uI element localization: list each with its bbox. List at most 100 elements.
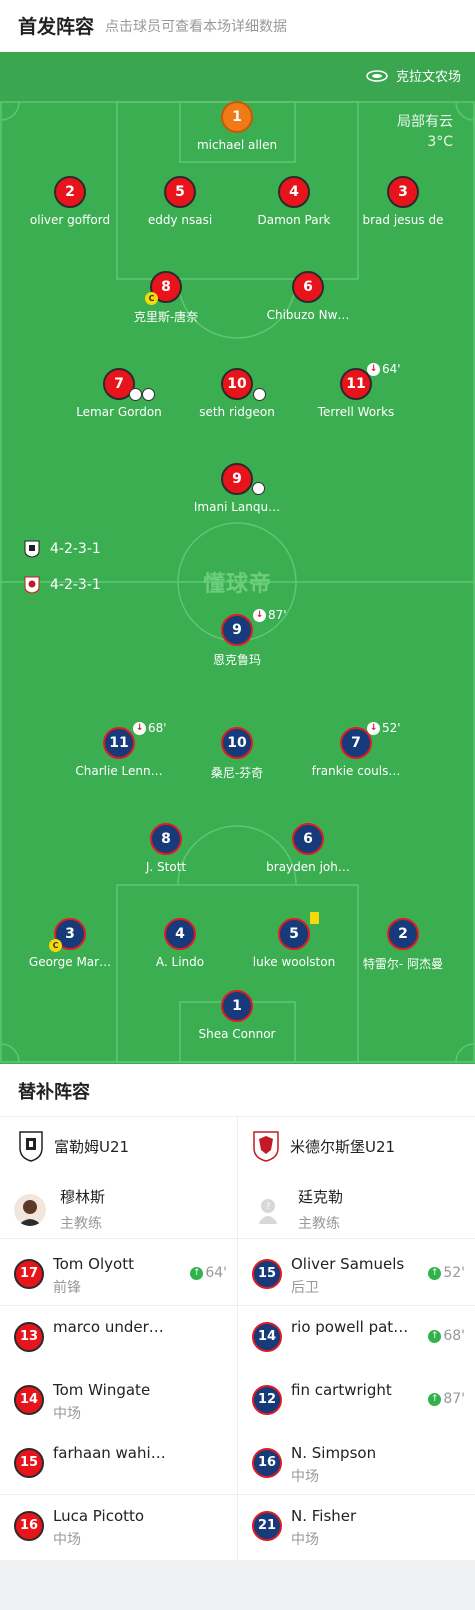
- fulham-crest-icon: [19, 1131, 43, 1162]
- player-name: brayden joh…: [266, 860, 350, 874]
- substitutes-title: 替补阵容: [18, 1082, 90, 1103]
- goal-ball-icon: [253, 388, 266, 401]
- home-player-gk[interactable]: 1 michael allen: [172, 101, 302, 152]
- divider: [0, 1238, 475, 1239]
- sub-name: N. Simpson: [291, 1444, 377, 1462]
- pitch: 克拉文农场 局部有云 3°C 懂球帝 4-2-3-1 4-2-3-1 1 mic…: [0, 52, 475, 1064]
- away-team-header[interactable]: 米德尔斯堡U21: [252, 1130, 395, 1162]
- sub-number: 21: [252, 1511, 282, 1541]
- sub-on-marker: ↑ 68': [428, 1328, 465, 1344]
- sub-name: Tom Olyott: [53, 1255, 134, 1273]
- away-player-am[interactable]: 10 桑尼-芬奇: [172, 727, 302, 781]
- player-number: 10: [221, 727, 253, 759]
- sub-off-icon: ↓: [367, 362, 380, 376]
- coach-name: 廷克勒: [298, 1188, 344, 1206]
- sub-on-icon: ↑: [428, 1266, 442, 1280]
- substitutes-panel: 替补阵容 富勒姆U21 米德尔斯堡U21 穆林斯 主教练 ? 廷克勒 主教练 1…: [0, 1064, 475, 1560]
- venue-name: 克拉文农场: [395, 70, 461, 85]
- player-name: A. Lindo: [155, 955, 205, 969]
- sub-on-icon: ↑: [428, 1392, 442, 1406]
- player-number: 3: [387, 176, 419, 208]
- player-name: Charlie Lenn…: [75, 764, 163, 778]
- weather: 局部有云 3°C: [397, 112, 453, 152]
- home-sub-row[interactable]: 15 farhaan wahid…: [0, 1432, 237, 1494]
- home-player-dm2[interactable]: 6 Chibuzo Nw…: [243, 271, 373, 322]
- home-player-rm[interactable]: 11 ↓ 64' Terrell Works: [291, 362, 421, 419]
- player-name: eddy nsasi: [147, 213, 213, 227]
- sub-number: 15: [14, 1448, 44, 1478]
- away-sub-row[interactable]: 12 fin cartwright ↑ 87': [238, 1369, 475, 1431]
- away-player-cb1[interactable]: 4 A. Lindo: [115, 918, 245, 969]
- away-player-lm[interactable]: 11 ↓ 68' Charlie Lenn…: [54, 721, 184, 778]
- sub-off-icon: ↓: [367, 721, 380, 735]
- home-player-lm[interactable]: 7 Lemar Gordon: [54, 368, 184, 419]
- home-player-rb[interactable]: 3 brad jesus de: [338, 176, 468, 227]
- sub-number: 13: [14, 1322, 44, 1352]
- home-player-st[interactable]: 9 Imani Lanqu…: [172, 463, 302, 514]
- sub-position: 中场: [53, 1532, 81, 1548]
- sub-number: 14: [14, 1385, 44, 1415]
- sub-name: farhaan wahid…: [53, 1444, 173, 1462]
- player-name: michael allen: [196, 138, 278, 152]
- away-sub-row[interactable]: 16 N. Simpson 中场: [238, 1432, 475, 1494]
- home-coach[interactable]: 穆林斯 主教练: [14, 1186, 105, 1233]
- lineup-header: 首发阵容 点击球员可查看本场详细数据: [0, 0, 475, 52]
- player-number: 2: [54, 176, 86, 208]
- away-sub-row[interactable]: 15 Oliver Samuels 后卫 ↑ 52': [238, 1243, 475, 1305]
- assist-icon: [142, 388, 155, 401]
- away-sub-row[interactable]: 14 rio powell patt… ↑ 68': [238, 1306, 475, 1368]
- home-sub-row[interactable]: 14 Tom Wingate 中场: [0, 1369, 237, 1431]
- away-player-st[interactable]: 9 ↓ 87' 恩克鲁玛: [172, 608, 302, 668]
- player-name: 克里斯-唐奈: [133, 310, 199, 324]
- sub-off-marker: ↓ 87': [253, 608, 287, 622]
- player-name: seth ridgeon: [199, 405, 275, 419]
- player-number: 6: [292, 271, 324, 303]
- player-number: 4: [278, 176, 310, 208]
- home-player-dm1[interactable]: 8 C 克里斯-唐奈: [101, 271, 231, 325]
- sub-position: 中场: [291, 1469, 319, 1485]
- sub-number: 16: [14, 1511, 44, 1541]
- away-player-gk[interactable]: 1 Shea Connor: [172, 990, 302, 1041]
- away-formation: 4-2-3-1: [24, 576, 101, 594]
- player-number: 10: [221, 368, 253, 400]
- svg-text:?: ?: [266, 1202, 271, 1212]
- sub-number: 16: [252, 1448, 282, 1478]
- player-name: 恩克鲁玛: [212, 653, 261, 667]
- temperature: 3°C: [427, 134, 453, 150]
- sub-off-icon: ↓: [133, 721, 146, 735]
- home-player-am[interactable]: 10 seth ridgeon: [172, 368, 302, 419]
- away-player-dm1[interactable]: 8 J. Stott: [101, 823, 231, 874]
- sub-off-marker: ↓ 64': [367, 362, 401, 376]
- sub-number: 12: [252, 1385, 282, 1415]
- sub-name: Tom Wingate: [53, 1381, 151, 1399]
- away-coach[interactable]: ? 廷克勒 主教练: [252, 1186, 343, 1233]
- sub-name: marco under…: [53, 1318, 164, 1336]
- home-player-cb1[interactable]: 5 eddy nsasi: [115, 176, 245, 227]
- player-number: 5: [164, 176, 196, 208]
- sub-name: rio powell patt…: [291, 1318, 411, 1336]
- sub-on-icon: ↑: [190, 1266, 204, 1280]
- sub-off-marker: ↓ 68': [133, 721, 167, 735]
- captain-badge-icon: C: [49, 939, 62, 952]
- sub-name: Oliver Samuels: [291, 1255, 405, 1273]
- home-sub-row[interactable]: 16 Luca Picotto 中场: [0, 1495, 237, 1557]
- away-sub-row[interactable]: 21 N. Fisher 中场: [238, 1495, 475, 1557]
- home-team-name: 富勒姆U21: [54, 1137, 130, 1156]
- home-team-header[interactable]: 富勒姆U21: [18, 1130, 129, 1162]
- assist-icon: [252, 482, 265, 495]
- home-sub-row[interactable]: 17 Tom Olyott 前锋 ↑ 64': [0, 1243, 237, 1305]
- away-player-dm2[interactable]: 6 brayden joh…: [243, 823, 373, 874]
- away-formation-value: 4-2-3-1: [50, 577, 101, 593]
- player-name: Lemar Gordon: [76, 405, 162, 419]
- home-formation-value: 4-2-3-1: [50, 541, 101, 557]
- away-player-rm[interactable]: 7 ↓ 52' frankie couls…: [291, 721, 421, 778]
- coach-placeholder-avatar: ?: [258, 1198, 278, 1224]
- sub-on-icon: ↑: [428, 1329, 442, 1343]
- fulham-crest-icon: [24, 540, 40, 558]
- player-number: 8: [150, 823, 182, 855]
- player-name: 桑尼-芬奇: [210, 766, 264, 780]
- home-sub-row[interactable]: 13 marco under…: [0, 1306, 237, 1368]
- player-name: Shea Connor: [198, 1027, 276, 1041]
- player-name: brad jesus de: [362, 213, 444, 227]
- away-player-rb[interactable]: 2 特雷尔- 阿杰曼: [338, 918, 468, 972]
